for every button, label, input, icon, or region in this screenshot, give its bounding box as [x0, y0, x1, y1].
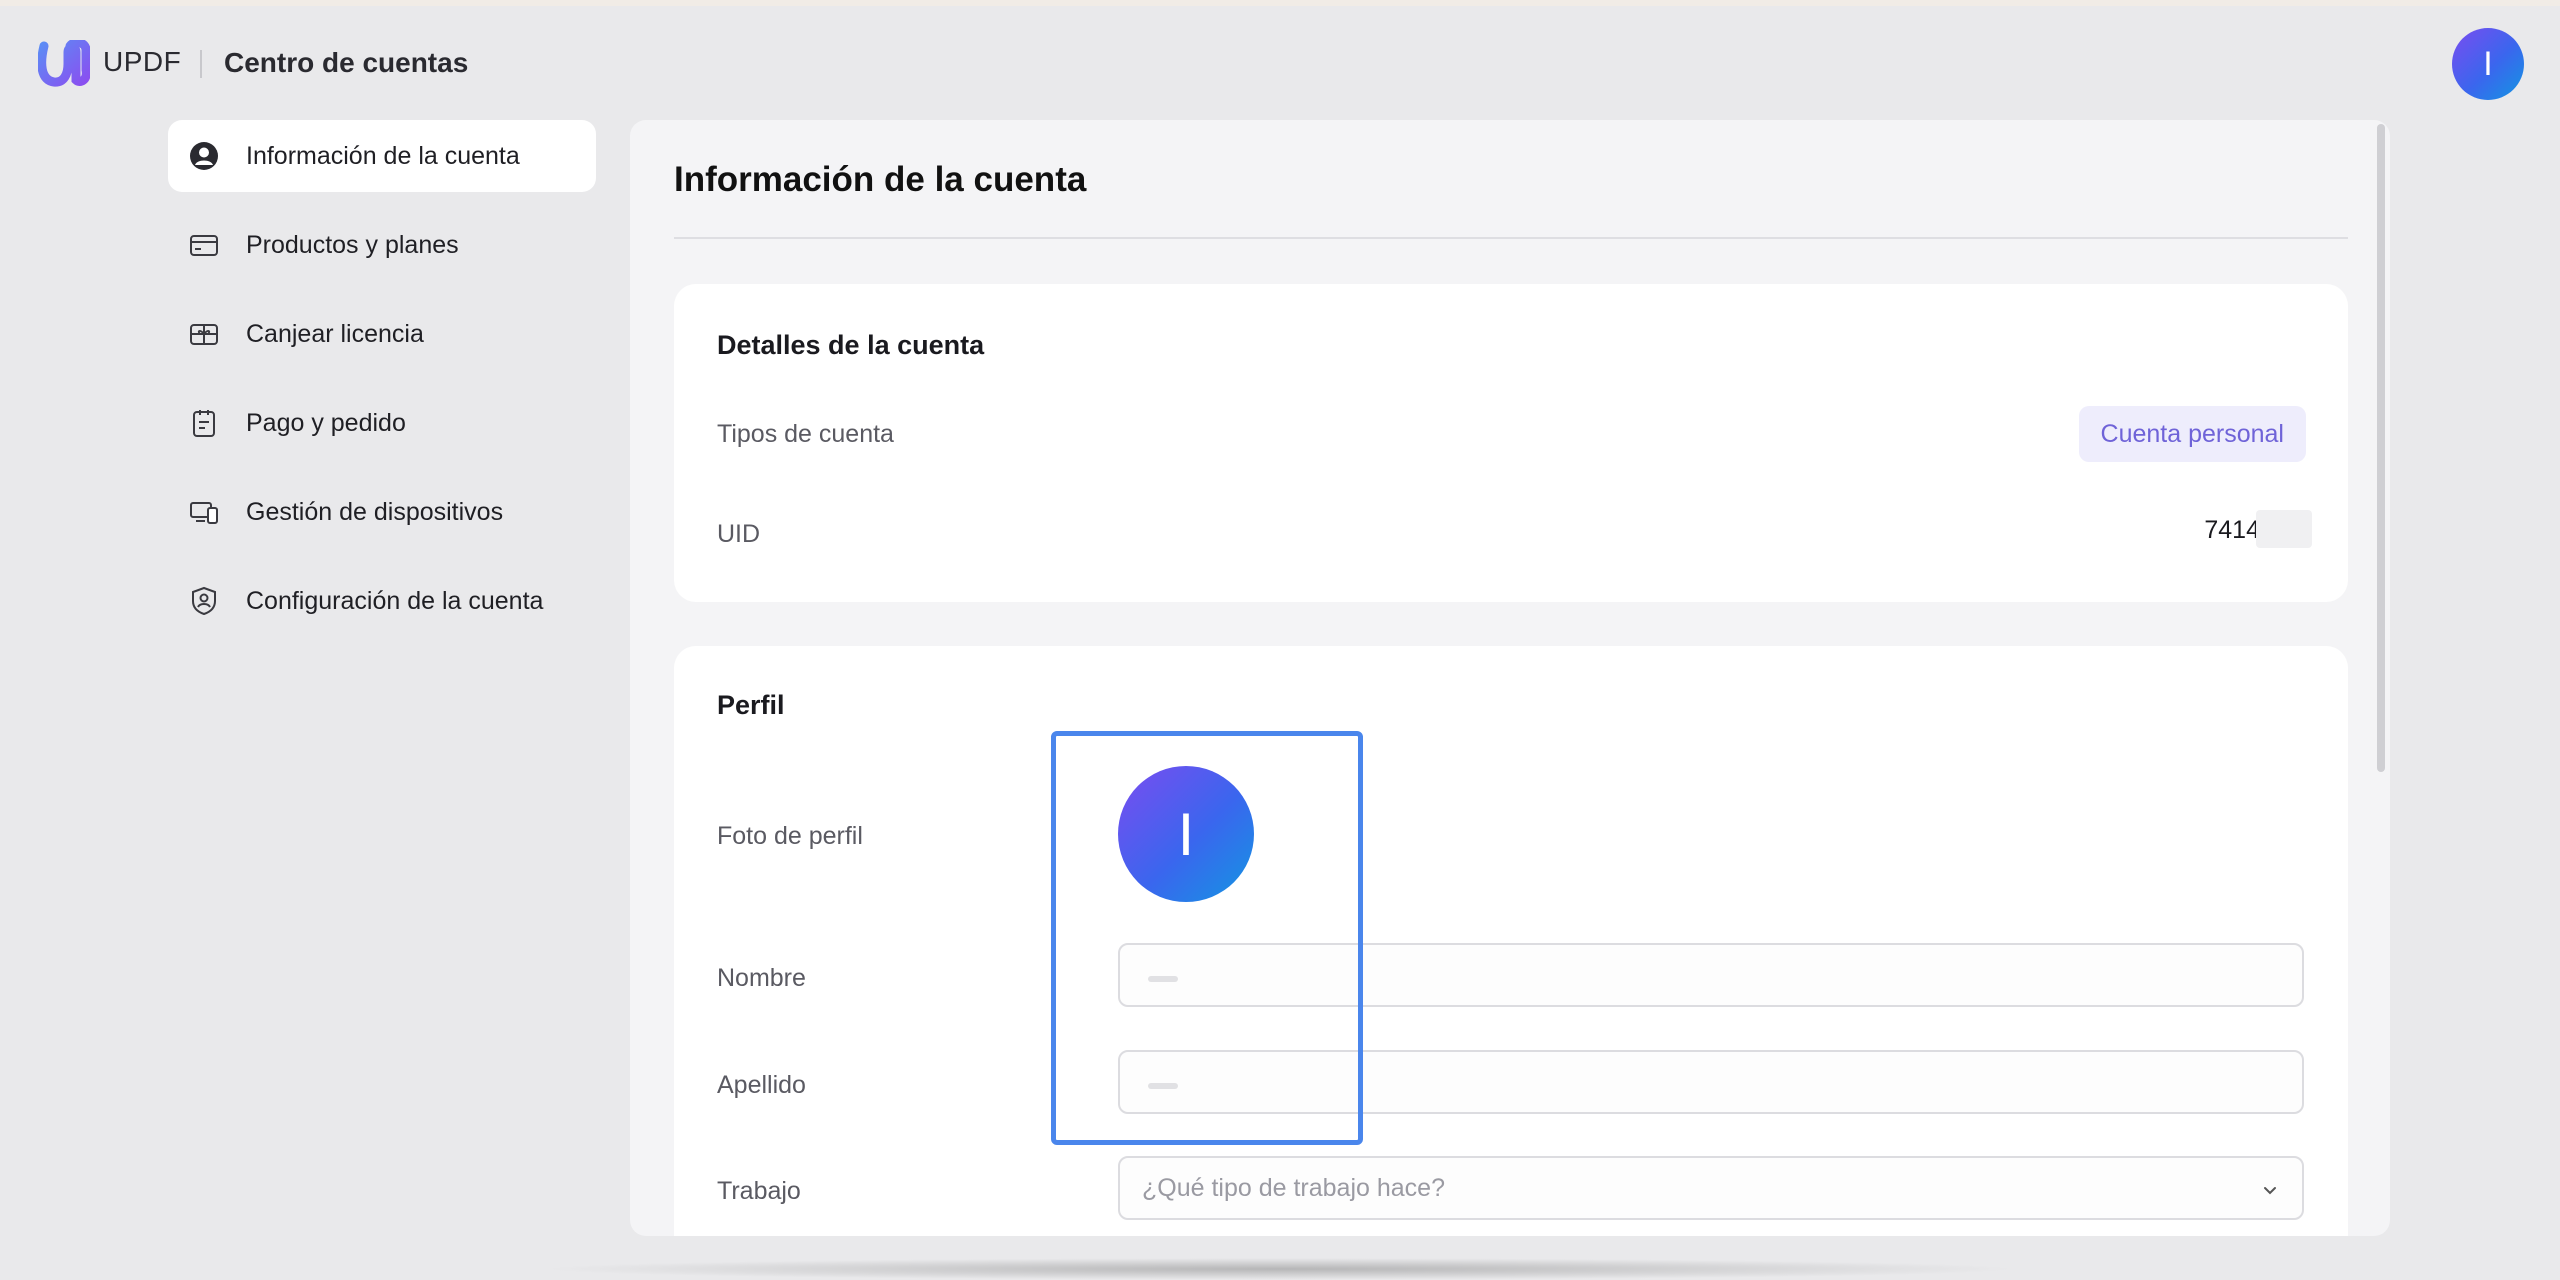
profile-title: Perfil	[717, 690, 785, 720]
profile-photo-label: Foto de perfil	[717, 822, 863, 850]
main-panel: Información de la cuenta Detalles de la …	[630, 120, 2390, 1236]
header-separator	[200, 50, 202, 78]
first-name-label: Nombre	[717, 964, 806, 992]
clipboard-icon	[187, 406, 221, 440]
sidebar-item-label: Información de la cuenta	[246, 141, 520, 170]
user-circle-icon	[187, 139, 221, 173]
chevron-down-icon	[2260, 1178, 2280, 1198]
sidebar-item-label: Pago y pedido	[246, 408, 406, 437]
sidebar: Información de la cuenta Productos y pla…	[168, 120, 596, 654]
first-name-input[interactable]	[1118, 943, 2304, 1007]
app-title: Centro de cuentas	[224, 47, 469, 78]
sidebar-item-label: Configuración de la cuenta	[246, 586, 544, 615]
job-label: Trabajo	[717, 1177, 801, 1205]
sidebar-item-payment-order[interactable]: Pago y pedido	[168, 387, 596, 459]
first-name-redaction	[1148, 976, 1178, 982]
uid-redaction	[2256, 510, 2312, 548]
account-details-title: Detalles de la cuenta	[717, 330, 985, 360]
title-divider	[674, 237, 2348, 239]
sidebar-item-device-management[interactable]: Gestión de dispositivos	[168, 476, 596, 548]
card-icon	[187, 228, 221, 262]
sidebar-item-label: Canjear licencia	[246, 319, 424, 348]
sidebar-item-account-info[interactable]: Información de la cuenta	[168, 120, 596, 192]
uid-label: UID	[717, 520, 761, 548]
last-name-redaction	[1148, 1083, 1178, 1089]
last-name-label: Apellido	[717, 1071, 806, 1099]
last-name-input[interactable]	[1118, 1050, 2304, 1114]
uid-value: 7414	[2204, 516, 2260, 544]
account-details-card: Detalles de la cuenta Tipos de cuenta Cu…	[674, 284, 2348, 602]
sidebar-item-label: Gestión de dispositivos	[246, 497, 504, 526]
sidebar-item-redeem-license[interactable]: Canjear licencia	[168, 298, 596, 370]
sidebar-item-products-plans[interactable]: Productos y planes	[168, 209, 596, 281]
account-type-badge: Cuenta personal	[2078, 406, 2306, 462]
page-title: Información de la cuenta	[674, 160, 1087, 199]
updf-logo-icon	[37, 38, 91, 88]
job-select[interactable]: ¿Qué tipo de trabajo hace?	[1118, 1156, 2304, 1220]
shield-user-icon	[187, 584, 221, 618]
sidebar-item-label: Productos y planes	[246, 230, 459, 259]
profile-photo-avatar[interactable]: I	[1118, 766, 1254, 902]
window-top-strip	[0, 0, 2560, 6]
brand-name: UPDF	[103, 46, 182, 77]
user-avatar-button[interactable]: I	[2452, 28, 2524, 100]
job-select-placeholder: ¿Qué tipo de trabajo hace?	[1142, 1173, 1445, 1202]
bottom-shadow	[540, 1258, 2020, 1280]
devices-icon	[187, 495, 221, 529]
gift-card-icon	[187, 317, 221, 351]
sidebar-item-account-settings[interactable]: Configuración de la cuenta	[168, 565, 596, 637]
profile-card: Perfil Foto de perfil I Nombre Apellido …	[674, 646, 2348, 1236]
main-scrollbar[interactable]	[2377, 124, 2385, 772]
account-type-label: Tipos de cuenta	[717, 420, 894, 448]
